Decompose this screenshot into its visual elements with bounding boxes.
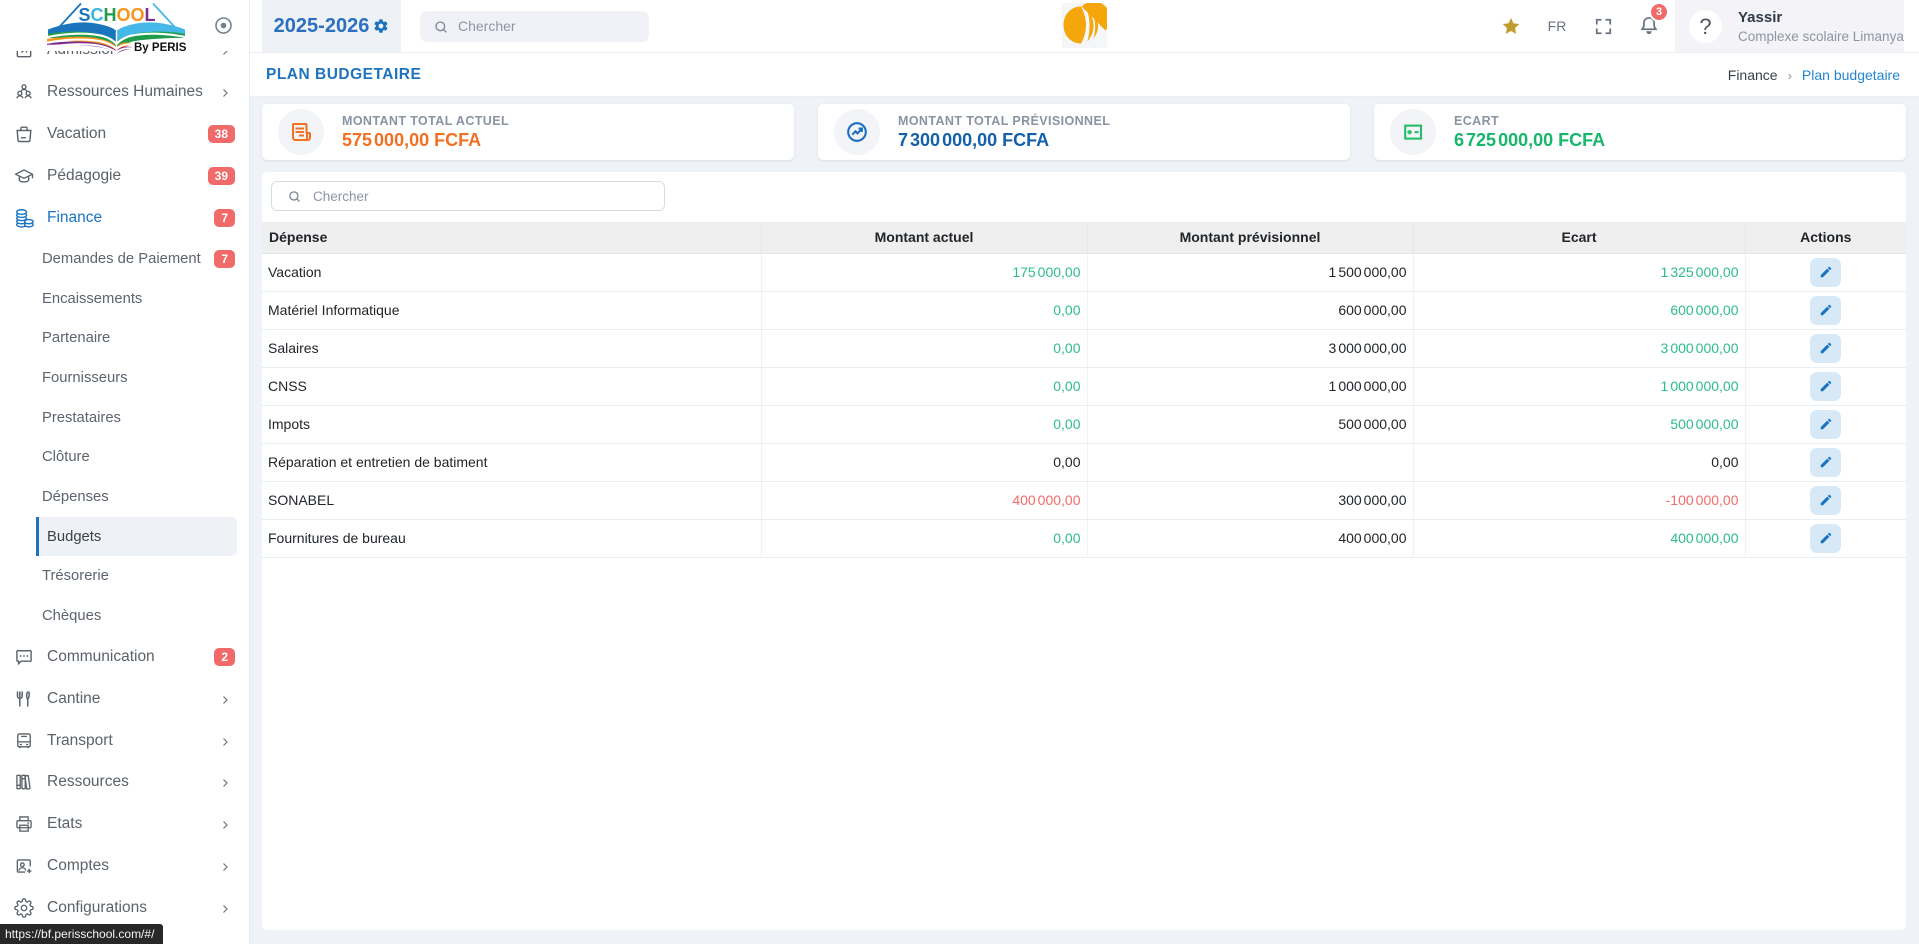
svg-text:By PERIS: By PERIS [134,42,187,54]
svg-text:SCHOOL: SCHOOL [78,5,155,25]
